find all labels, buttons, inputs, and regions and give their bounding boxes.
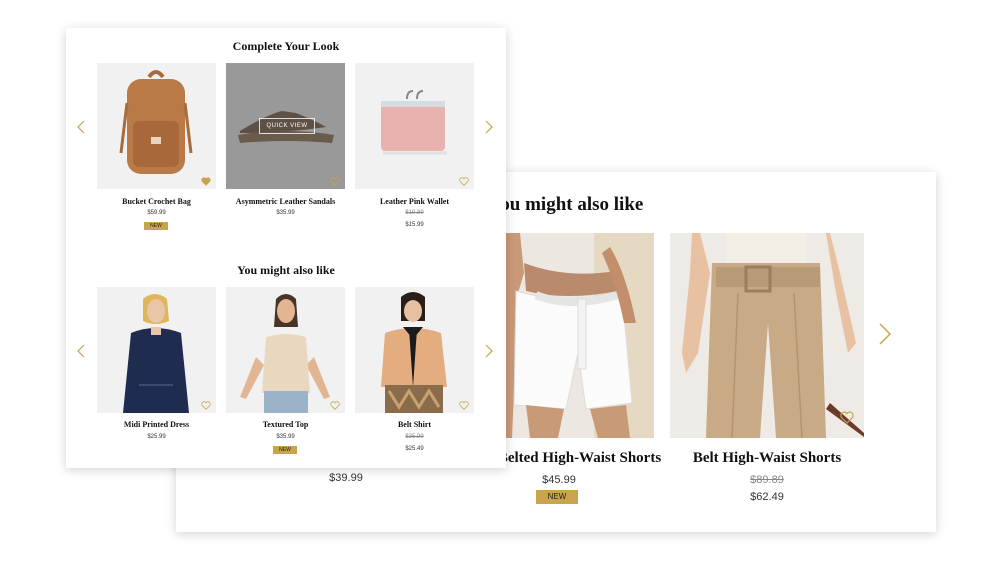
product-price: $35.99 — [276, 210, 295, 216]
product-old-price: $35.99 — [405, 434, 424, 440]
heart-icon[interactable] — [201, 173, 211, 189]
product-name[interactable]: Asymmetric Leather Sandals — [222, 197, 349, 206]
product-name[interactable]: Leather Pink Wallet — [355, 197, 474, 206]
heart-icon[interactable] — [330, 173, 340, 189]
product-image[interactable] — [670, 233, 864, 438]
chevron-left-icon[interactable] — [77, 343, 85, 362]
product-price: $15.99 — [405, 222, 424, 228]
product-price: $39.99 — [329, 472, 363, 484]
wallet-photo — [381, 90, 447, 155]
chevron-right-icon[interactable] — [485, 119, 493, 138]
product-price: $25.99 — [147, 434, 166, 440]
product-name[interactable]: Bucket Crochet Bag — [97, 197, 216, 206]
chevron-left-icon[interactable] — [77, 119, 85, 138]
shirt-photo — [381, 292, 447, 413]
new-badge: NEW — [144, 222, 168, 230]
product-image[interactable]: QUICK VIEW — [226, 63, 345, 189]
section-title: Complete Your Look — [232, 39, 340, 53]
heart-icon[interactable] — [330, 397, 340, 413]
product-image[interactable] — [226, 287, 345, 413]
section-title: You might also like — [237, 263, 335, 277]
chevron-right-icon[interactable] — [485, 343, 493, 362]
product-image[interactable] — [97, 287, 216, 413]
new-badge: NEW — [273, 446, 297, 454]
product-price: $35.99 — [276, 434, 295, 440]
product-price: $25.49 — [405, 446, 424, 452]
backpack-photo — [119, 70, 193, 174]
heart-icon[interactable] — [459, 173, 469, 189]
dress-photo — [123, 294, 189, 413]
product-name[interactable]: Textured Top — [226, 420, 345, 429]
shorts-photo — [506, 233, 654, 438]
product-name[interactable]: Belt Shirt — [355, 420, 474, 429]
trousers-photo — [670, 233, 864, 438]
product-image[interactable] — [97, 63, 216, 189]
quick-view-button[interactable]: QUICK VIEW — [259, 118, 315, 134]
chevron-right-icon[interactable] — [878, 322, 892, 350]
product-old-price: $89.89 — [750, 474, 784, 486]
product-image[interactable] — [355, 63, 474, 189]
product-price: $45.99 — [542, 474, 576, 486]
new-badge: NEW — [536, 490, 578, 504]
heart-icon[interactable] — [201, 397, 211, 413]
product-old-price: $19.89 — [405, 210, 424, 216]
heart-icon[interactable] — [840, 411, 854, 429]
product-price: $59.99 — [147, 210, 166, 216]
heart-icon[interactable] — [459, 397, 469, 413]
product-image[interactable] — [355, 287, 474, 413]
product-name[interactable]: Belt High-Waist Shorts — [670, 450, 864, 467]
product-image[interactable] — [506, 233, 654, 438]
product-name[interactable]: Belted High-Waist Shorts — [492, 450, 667, 467]
front-recommendations-panel: Complete Your Look Bucket Crochet Bag $5… — [66, 28, 506, 468]
product-price: $62.49 — [750, 491, 784, 503]
product-name[interactable]: Midi Printed Dress — [97, 420, 216, 429]
top-photo — [240, 294, 330, 413]
